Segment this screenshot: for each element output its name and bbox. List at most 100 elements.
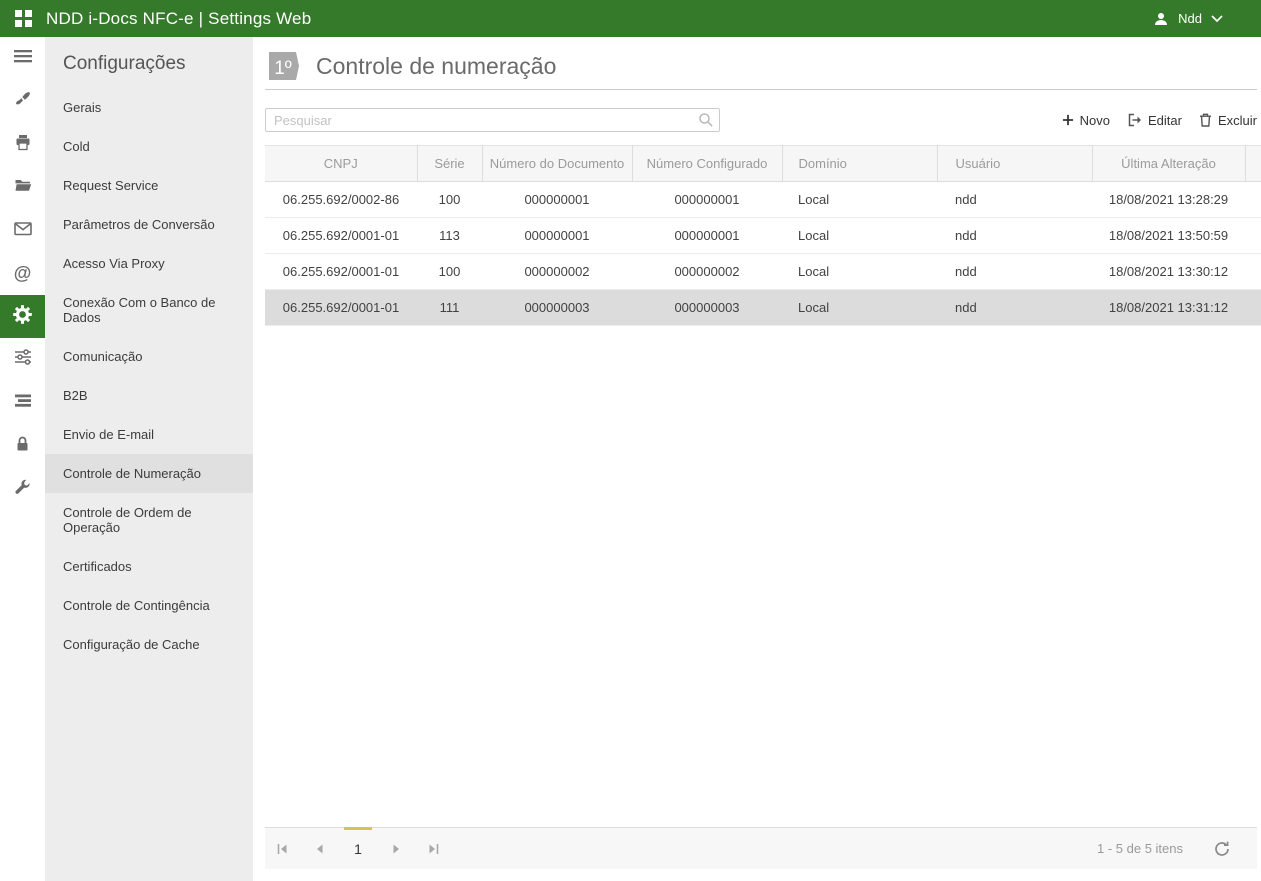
sidebar-item-conexao-banco[interactable]: Conexão Com o Banco de Dados [45, 283, 253, 337]
table-row[interactable]: 06.255.692/0001-01 100 000000002 0000000… [265, 254, 1261, 290]
editar-label: Editar [1148, 113, 1182, 128]
column-header-cnpj[interactable]: CNPJ [265, 146, 417, 182]
plus-icon [1062, 114, 1074, 126]
cell-ultima-alteracao: 18/08/2021 13:28:29 [1092, 182, 1245, 218]
cell-spacer [1245, 254, 1261, 290]
column-header-usuario[interactable]: Usuário [937, 146, 1092, 182]
next-page-icon [389, 842, 403, 856]
sidebar-item-certificados[interactable]: Certificados [45, 547, 253, 586]
rail-item-maintenance[interactable] [0, 467, 45, 510]
cell-cnpj: 06.255.692/0002-86 [265, 182, 417, 218]
pager-first-button[interactable] [267, 828, 297, 870]
trash-icon [1199, 113, 1212, 127]
cell-serie: 111 [417, 290, 482, 326]
first-page-icon [275, 842, 289, 856]
cell-usuario: ndd [937, 254, 1092, 290]
pager-info: 1 - 5 de 5 itens [1097, 841, 1183, 856]
column-header-serie[interactable]: Série [417, 146, 482, 182]
rail-item-mail[interactable] [0, 209, 45, 252]
user-name: Ndd [1178, 11, 1202, 26]
editar-button[interactable]: Editar [1127, 113, 1182, 128]
cell-cnpj: 06.255.692/0001-01 [265, 254, 417, 290]
rail-item-settings[interactable] [0, 295, 45, 338]
mail-icon [14, 221, 32, 241]
sidebar-item-envio-email[interactable]: Envio de E-mail [45, 415, 253, 454]
pager-last-button[interactable] [419, 828, 449, 870]
rail-item-menu[interactable] [0, 37, 45, 80]
pager-next-button[interactable] [381, 828, 411, 870]
icon-rail: @ [0, 37, 45, 881]
sidebar-item-cold[interactable]: Cold [45, 127, 253, 166]
svg-text:1º: 1º [274, 58, 292, 79]
rail-item-printer[interactable] [0, 123, 45, 166]
sidebar-item-controle-numeracao[interactable]: Controle de Numeração [45, 454, 253, 493]
pager-page-1[interactable]: 1 [343, 828, 373, 870]
cell-spacer [1245, 218, 1261, 254]
rail-item-lists[interactable] [0, 381, 45, 424]
cell-numero-documento: 000000003 [482, 290, 632, 326]
novo-button[interactable]: Novo [1062, 113, 1110, 128]
sidebar-item-acesso-proxy[interactable]: Acesso Via Proxy [45, 244, 253, 283]
column-header-numero-documento[interactable]: Número do Documento [482, 146, 632, 182]
sidebar-title: Configurações [45, 37, 253, 88]
rail-item-documents[interactable] [0, 166, 45, 209]
page-header: 1º Controle de numeração [265, 37, 1257, 90]
table-row[interactable]: 06.255.692/0001-01 113 000000001 0000000… [265, 218, 1261, 254]
sidebar-item-controle-ordem-operacao[interactable]: Controle de Ordem de Operação [45, 493, 253, 547]
table-row[interactable]: 06.255.692/0002-86 100 000000001 0000000… [265, 182, 1261, 218]
toolbar-actions: Novo Editar Excluir [1062, 113, 1257, 128]
cell-cnpj: 06.255.692/0001-01 [265, 290, 417, 326]
controls-row: Novo Editar Excluir [265, 108, 1257, 132]
prev-page-icon [313, 842, 327, 856]
column-header-numero-configurado[interactable]: Número Configurado [632, 146, 782, 182]
gear-icon [13, 305, 32, 329]
cell-serie: 100 [417, 254, 482, 290]
cell-spacer [1245, 182, 1261, 218]
rail-item-preferences[interactable] [0, 338, 45, 381]
excluir-button[interactable]: Excluir [1199, 113, 1257, 128]
sidebar-item-parametros-conversao[interactable]: Parâmetros de Conversão [45, 205, 253, 244]
sliders-icon [14, 348, 32, 371]
search-input[interactable] [265, 108, 720, 132]
user-menu[interactable]: Ndd [1153, 11, 1223, 27]
pager: 1 1 - 5 de 5 itens [265, 827, 1257, 869]
novo-label: Novo [1080, 113, 1110, 128]
table-header-row: CNPJ Série Número do Documento Número Co… [265, 146, 1261, 182]
rail-item-tools[interactable] [0, 80, 45, 123]
excluir-label: Excluir [1218, 113, 1257, 128]
sidebar-item-request-service[interactable]: Request Service [45, 166, 253, 205]
rail-item-security[interactable] [0, 424, 45, 467]
cell-ultima-alteracao: 18/08/2021 13:50:59 [1092, 218, 1245, 254]
refresh-button[interactable] [1213, 840, 1231, 858]
lock-icon [14, 435, 31, 457]
sidebar-item-controle-contingencia[interactable]: Controle de Contingência [45, 586, 253, 625]
column-header-dominio[interactable]: Domínio [782, 146, 937, 182]
cell-dominio: Local [782, 254, 937, 290]
sidebar-item-gerais[interactable]: Gerais [45, 88, 253, 127]
pager-prev-button[interactable] [305, 828, 335, 870]
cell-spacer [1245, 290, 1261, 326]
sidebar-item-comunicacao[interactable]: Comunicação [45, 337, 253, 376]
refresh-icon [1213, 840, 1231, 858]
rail-item-proxy[interactable]: @ [0, 252, 45, 295]
folder-icon [14, 177, 32, 198]
sidebar-item-configuracao-cache[interactable]: Configuração de Cache [45, 625, 253, 664]
cell-numero-documento: 000000001 [482, 182, 632, 218]
column-header-ultima-alteracao[interactable]: Última Alteração [1092, 146, 1245, 182]
cell-numero-configurado: 000000002 [632, 254, 782, 290]
menu-icon [14, 48, 32, 69]
list-icon [14, 393, 32, 413]
chevron-down-icon [1211, 15, 1223, 23]
last-page-icon [427, 842, 441, 856]
data-grid: CNPJ Série Número do Documento Número Co… [265, 145, 1257, 326]
cell-usuario: ndd [937, 218, 1092, 254]
printer-icon [14, 134, 32, 156]
cell-dominio: Local [782, 218, 937, 254]
cell-cnpj: 06.255.692/0001-01 [265, 218, 417, 254]
table-row-selected[interactable]: 06.255.692/0001-01 111 000000003 0000000… [265, 290, 1261, 326]
cell-serie: 100 [417, 182, 482, 218]
wrench-icon [14, 478, 31, 500]
cell-numero-documento: 000000002 [482, 254, 632, 290]
cell-numero-configurado: 000000001 [632, 218, 782, 254]
sidebar-item-b2b[interactable]: B2B [45, 376, 253, 415]
